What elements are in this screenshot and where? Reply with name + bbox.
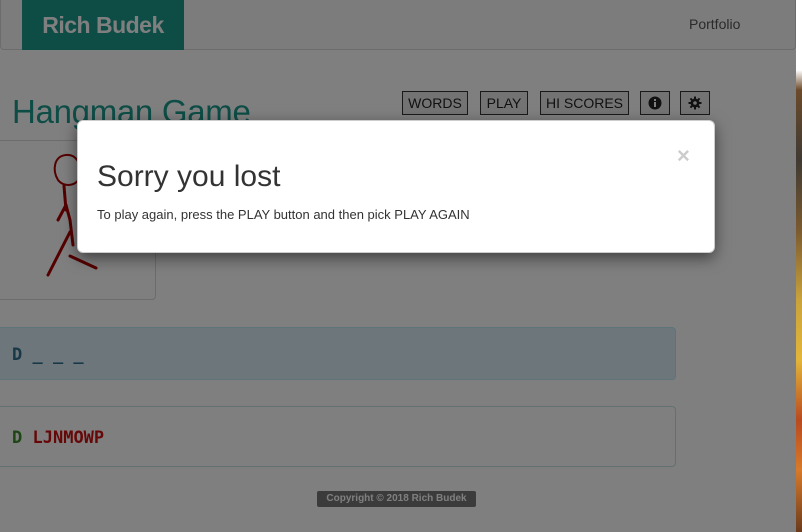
desktop-background-strip <box>796 0 802 532</box>
modal-backdrop[interactable] <box>0 0 796 532</box>
dialog-title: Sorry you lost <box>97 160 281 193</box>
dialog-message: To play again, press the PLAY button and… <box>97 207 470 222</box>
lost-dialog: × Sorry you lost To play again, press th… <box>77 120 715 253</box>
close-icon[interactable]: × <box>677 143 690 169</box>
